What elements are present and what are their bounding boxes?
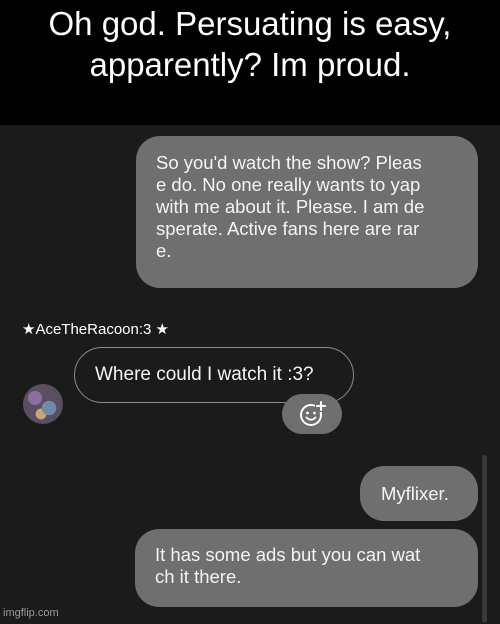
add-reaction-button[interactable] [282,394,342,434]
chat-view: So you'd watch the show? Pleas e do. No … [0,125,500,624]
sent-message-bubble[interactable]: So you'd watch the show? Pleas e do. No … [136,136,478,288]
message-text: Where could I watch it :3? [95,364,314,385]
message-text: It has some ads but you can wat ch it th… [155,544,421,587]
sent-message-bubble[interactable]: Myflixer. [360,466,478,521]
add-reaction-icon [300,401,327,426]
avatar[interactable] [23,384,63,424]
message-text: So you'd watch the show? Pleas e do. No … [156,152,425,261]
sender-name: ★AceTheRacoon:3 ★ [22,321,169,338]
sent-message-bubble[interactable]: It has some ads but you can wat ch it th… [135,529,478,607]
message-text: Myflixer. [381,483,449,504]
scrollbar[interactable] [482,455,487,623]
watermark: imgflip.com [3,607,59,619]
meme-caption: Oh god. Persuating is easy, apparently? … [0,0,500,125]
